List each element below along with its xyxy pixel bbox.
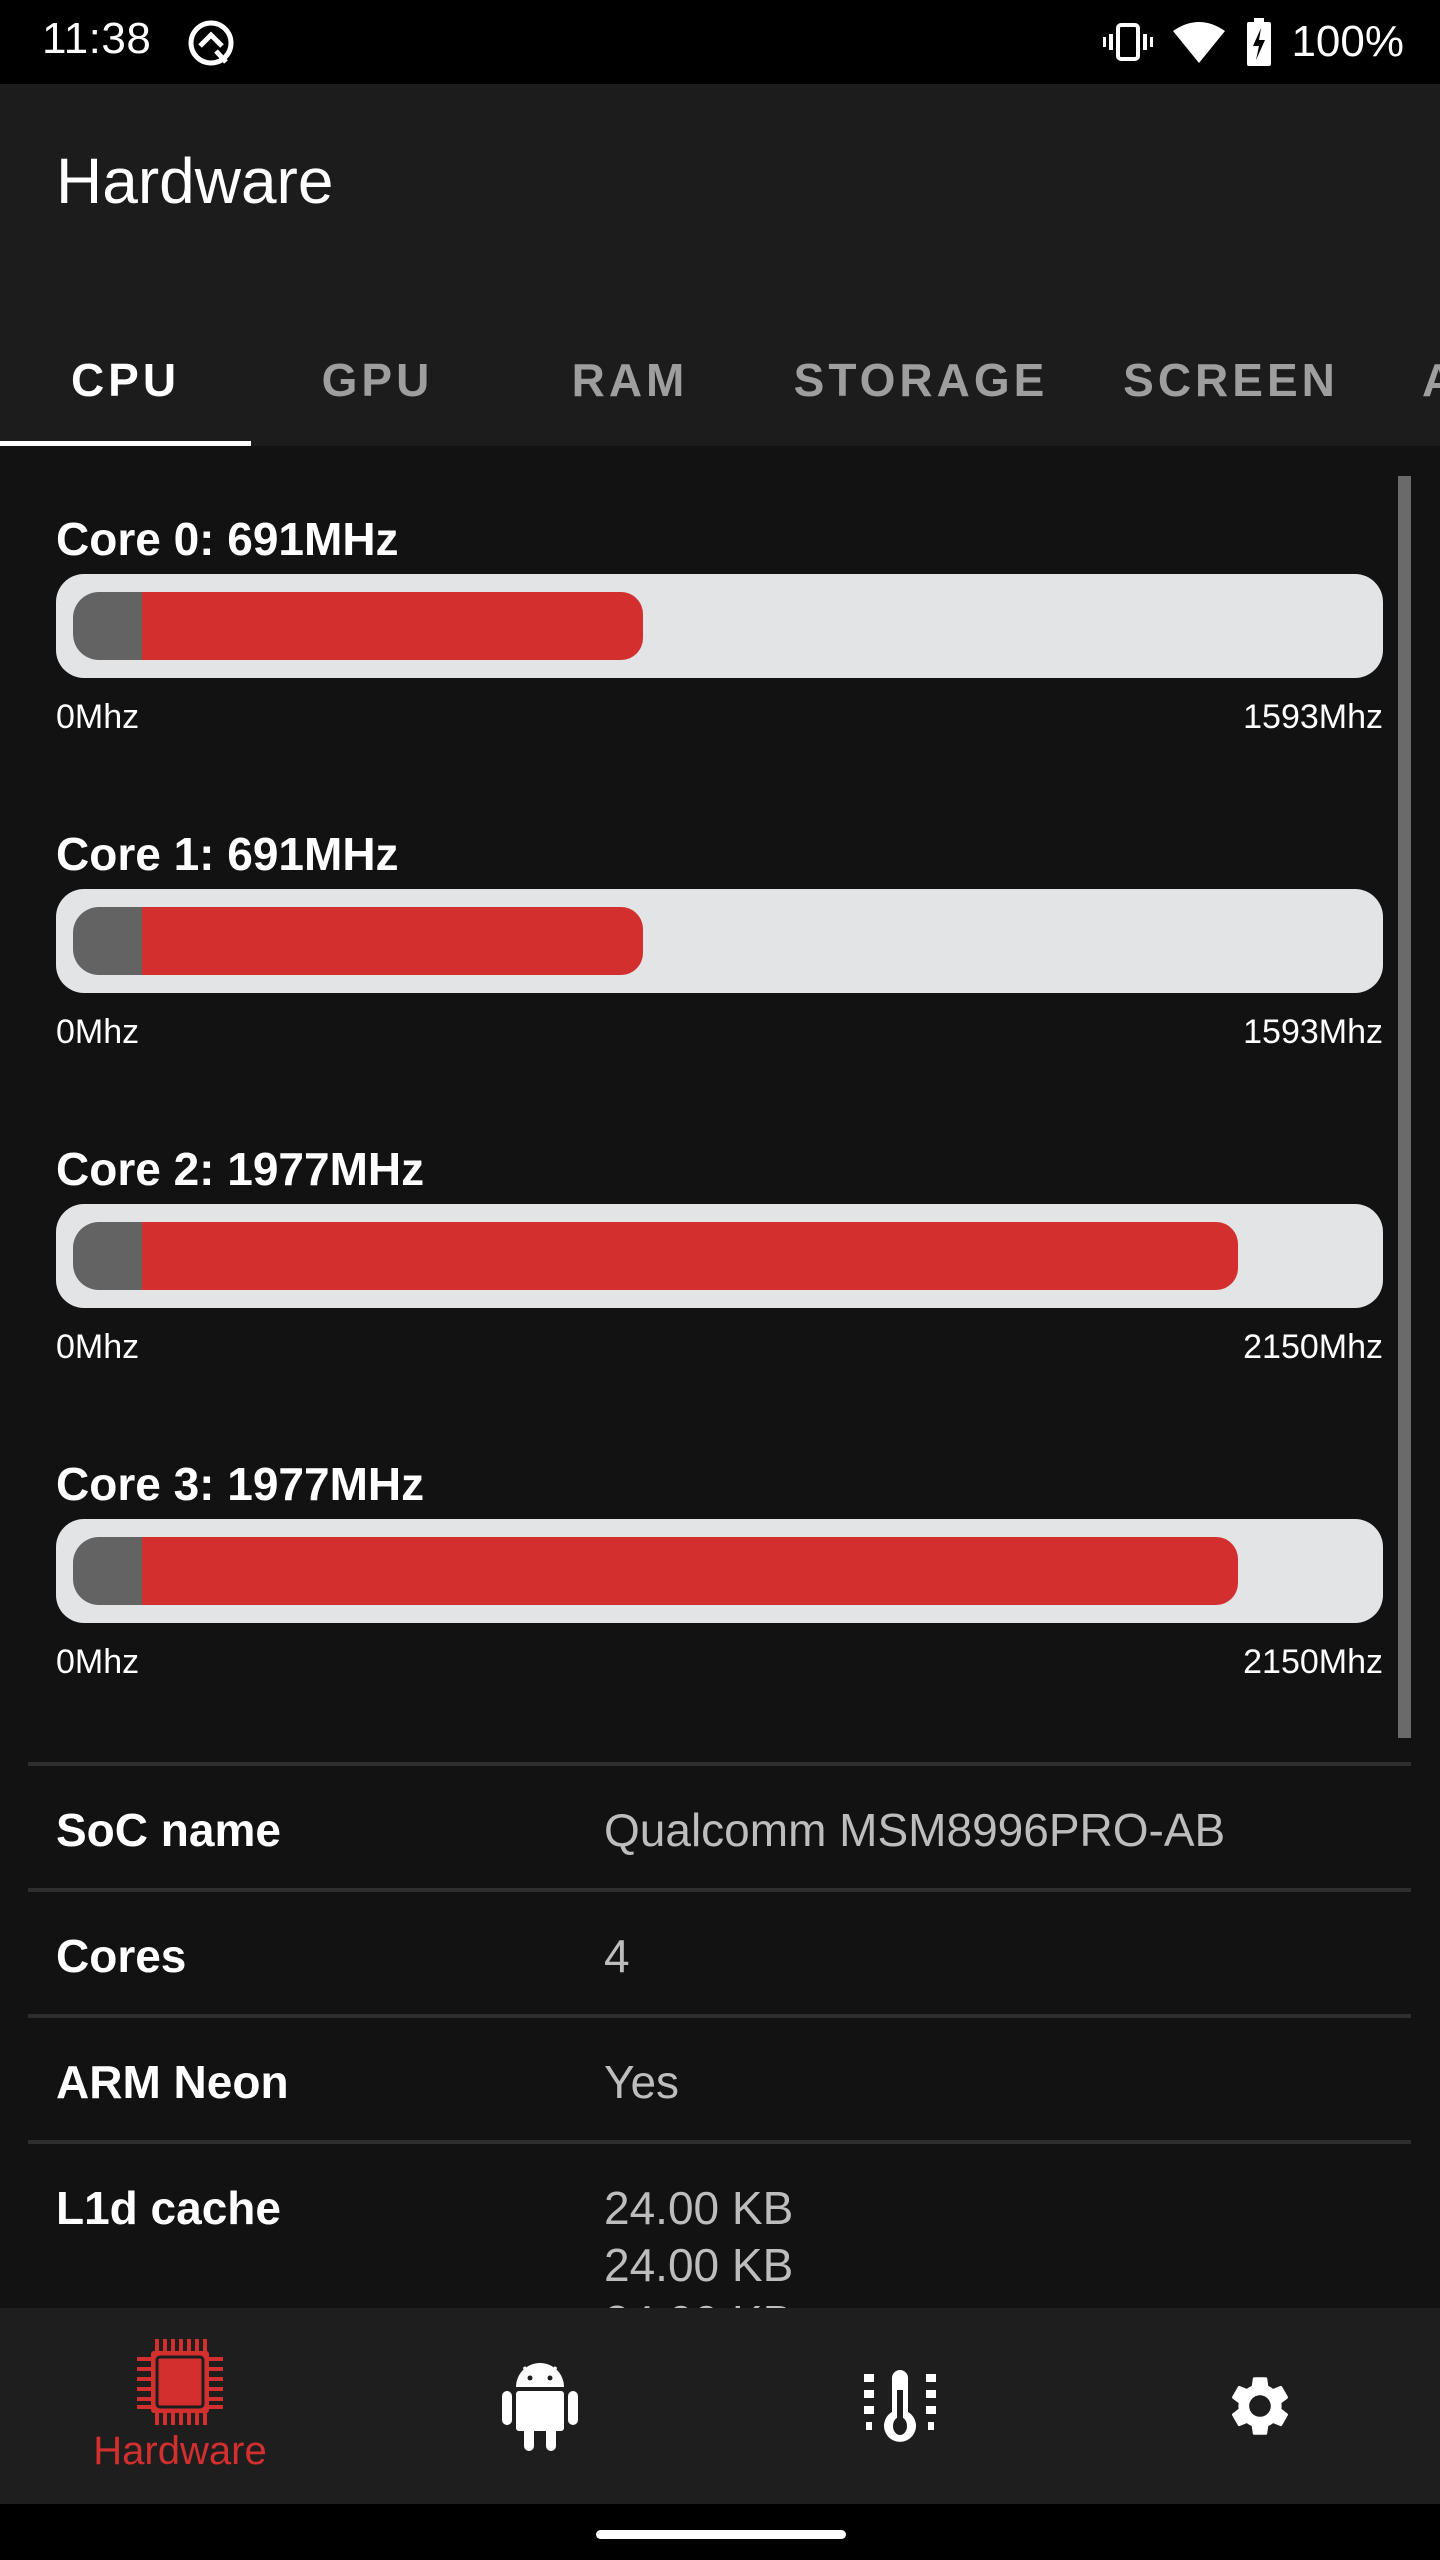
tab-gpu[interactable]: GPU [251,320,504,440]
tab-cpu[interactable]: CPU [0,320,251,440]
tab-ram[interactable]: RAM [504,320,756,440]
status-time: 11:38 [42,14,152,63]
android-q-icon [188,20,234,66]
min-frequency-label: 0Mhz [56,698,140,736]
nav-item-sensors[interactable] [720,2308,1080,2504]
frequency-bar-track [56,1519,1383,1623]
max-frequency-label: 2150Mhz [1243,1328,1383,1366]
divider [28,2140,1411,2144]
frequency-bar-cap [73,907,143,975]
info-row-label: ARM Neon [56,2056,289,2108]
frequency-bar-track [56,574,1383,678]
frequency-bar-cap [73,592,143,660]
min-frequency-label: 0Mhz [56,1013,140,1051]
page-title: Hardware [56,145,334,217]
core-title: Core 1: 691MHz [56,828,399,880]
tab-screen[interactable]: SCREEN [1086,320,1376,440]
max-frequency-label: 1593Mhz [1243,1013,1383,1051]
divider [28,1762,1411,1766]
frequency-bar-track [56,889,1383,993]
info-row-value: 24.00 KB [604,2182,794,2234]
nav-label-hardware: Hardware [93,2428,267,2473]
bottom-navigation: Hardware [0,2308,1440,2504]
app-bar: Hardware CPU GPU RAM STORAGE SCREEN A [0,84,1440,446]
frequency-bar-track [56,1204,1383,1308]
info-row-label: SoC name [56,1804,281,1856]
gear-icon [1231,2377,1289,2435]
core-title: Core 0: 691MHz [56,513,399,565]
frequency-bar-cap [73,1537,143,1605]
status-icons: 100% [1103,14,1404,70]
info-row-value: Yes [604,2056,680,2108]
frequency-bar-fill [142,1222,1238,1290]
status-bar: 11:38 100% [0,0,1440,84]
core-item: Core 3: 1977MHz 0Mhz 2150Mhz [0,1457,1440,1772]
battery-percent: 100% [1291,17,1404,66]
frequency-bar-fill [142,1537,1238,1605]
wifi-icon [1173,22,1226,63]
nav-item-android[interactable] [360,2308,720,2504]
home-gesture-handle[interactable] [596,2530,846,2539]
min-frequency-label: 0Mhz [56,1643,140,1681]
core-list-scrollbar[interactable] [1398,476,1411,1738]
core-item: Core 2: 1977MHz 0Mhz 2150Mhz [0,1142,1440,1457]
frequency-bar-fill [142,907,643,975]
frequency-bar-cap [73,1222,143,1290]
battery-charging-icon [1247,18,1272,66]
divider [28,1888,1411,1892]
tab-indicator [0,441,251,446]
divider [28,2014,1411,2018]
tab-storage[interactable]: STORAGE [756,320,1086,440]
core-item: Core 0: 691MHz 0Mhz 1593Mhz [0,512,1440,827]
nav-item-settings[interactable] [1080,2308,1440,2504]
gesture-navigation-area [0,2504,1440,2560]
android-icon [502,2363,578,2451]
core-title: Core 2: 1977MHz [56,1143,425,1195]
info-row-value: 24.00 KB [604,2239,794,2291]
tab-more[interactable]: A [1376,320,1440,440]
tab-bar: CPU GPU RAM STORAGE SCREEN A [0,320,1440,446]
vibrate-icon [1103,23,1154,61]
frequency-bar-fill [142,592,643,660]
max-frequency-label: 2150Mhz [1243,1643,1383,1681]
info-row-value: Qualcomm MSM8996PRO-AB [604,1804,1226,1856]
cpu-chip-icon [137,2338,223,2425]
thermometer-icon [864,2370,936,2442]
info-row-value: 4 [604,1930,630,1982]
core-title: Core 3: 1977MHz [56,1458,425,1510]
info-row-label: Cores [56,1930,187,1982]
nav-item-hardware[interactable]: Hardware [0,2308,360,2504]
min-frequency-label: 0Mhz [56,1328,140,1366]
max-frequency-label: 1593Mhz [1243,698,1383,736]
core-item: Core 1: 691MHz 0Mhz 1593Mhz [0,827,1440,1142]
info-row-label: L1d cache [56,2182,281,2234]
